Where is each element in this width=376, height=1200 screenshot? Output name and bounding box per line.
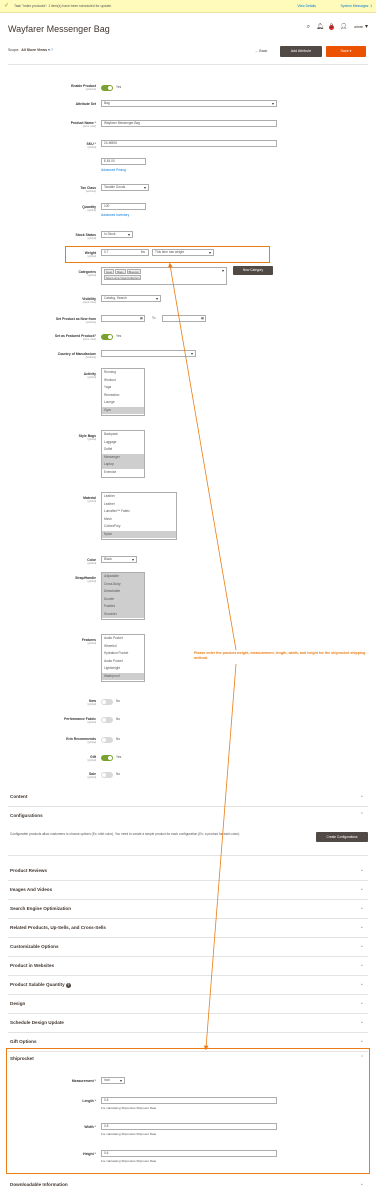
product-edit-page: ✓ Task "index products": 1 item(s) have …	[0, 0, 376, 1200]
arrow-to-weight	[168, 262, 237, 651]
annotation-arrows	[168, 262, 237, 1051]
arrow-to-shiprocket	[203, 663, 237, 1051]
